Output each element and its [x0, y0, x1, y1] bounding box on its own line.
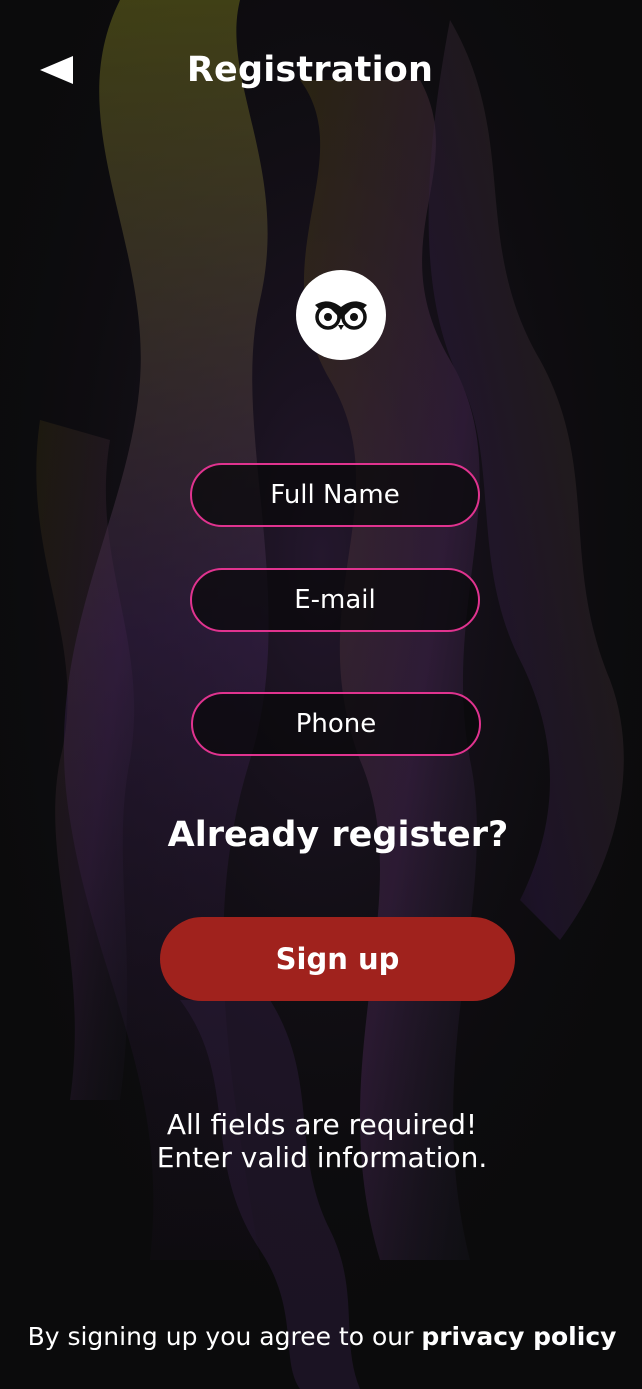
- owl-logo-icon: [315, 301, 367, 330]
- email-field[interactable]: [190, 568, 480, 632]
- notice-line-2: Enter valid information.: [156, 1141, 488, 1174]
- notice-line-1: All fields are required!: [166, 1108, 478, 1141]
- footer-text: By signing up you agree to our: [27, 1322, 422, 1351]
- full-name-field[interactable]: [190, 463, 480, 527]
- phone-field[interactable]: [191, 692, 481, 756]
- page-title: Registration: [186, 50, 434, 90]
- signup-button[interactable]: Sign up: [160, 917, 515, 1001]
- privacy-policy-link[interactable]: privacy policy: [421, 1322, 616, 1351]
- required-fields-notice: All fields are required! Enter valid inf…: [0, 1108, 642, 1174]
- already-registered-link[interactable]: Already register?: [0, 815, 642, 855]
- app-logo: [296, 270, 386, 360]
- privacy-footer: By signing up you agree to our privacy p…: [0, 1322, 642, 1351]
